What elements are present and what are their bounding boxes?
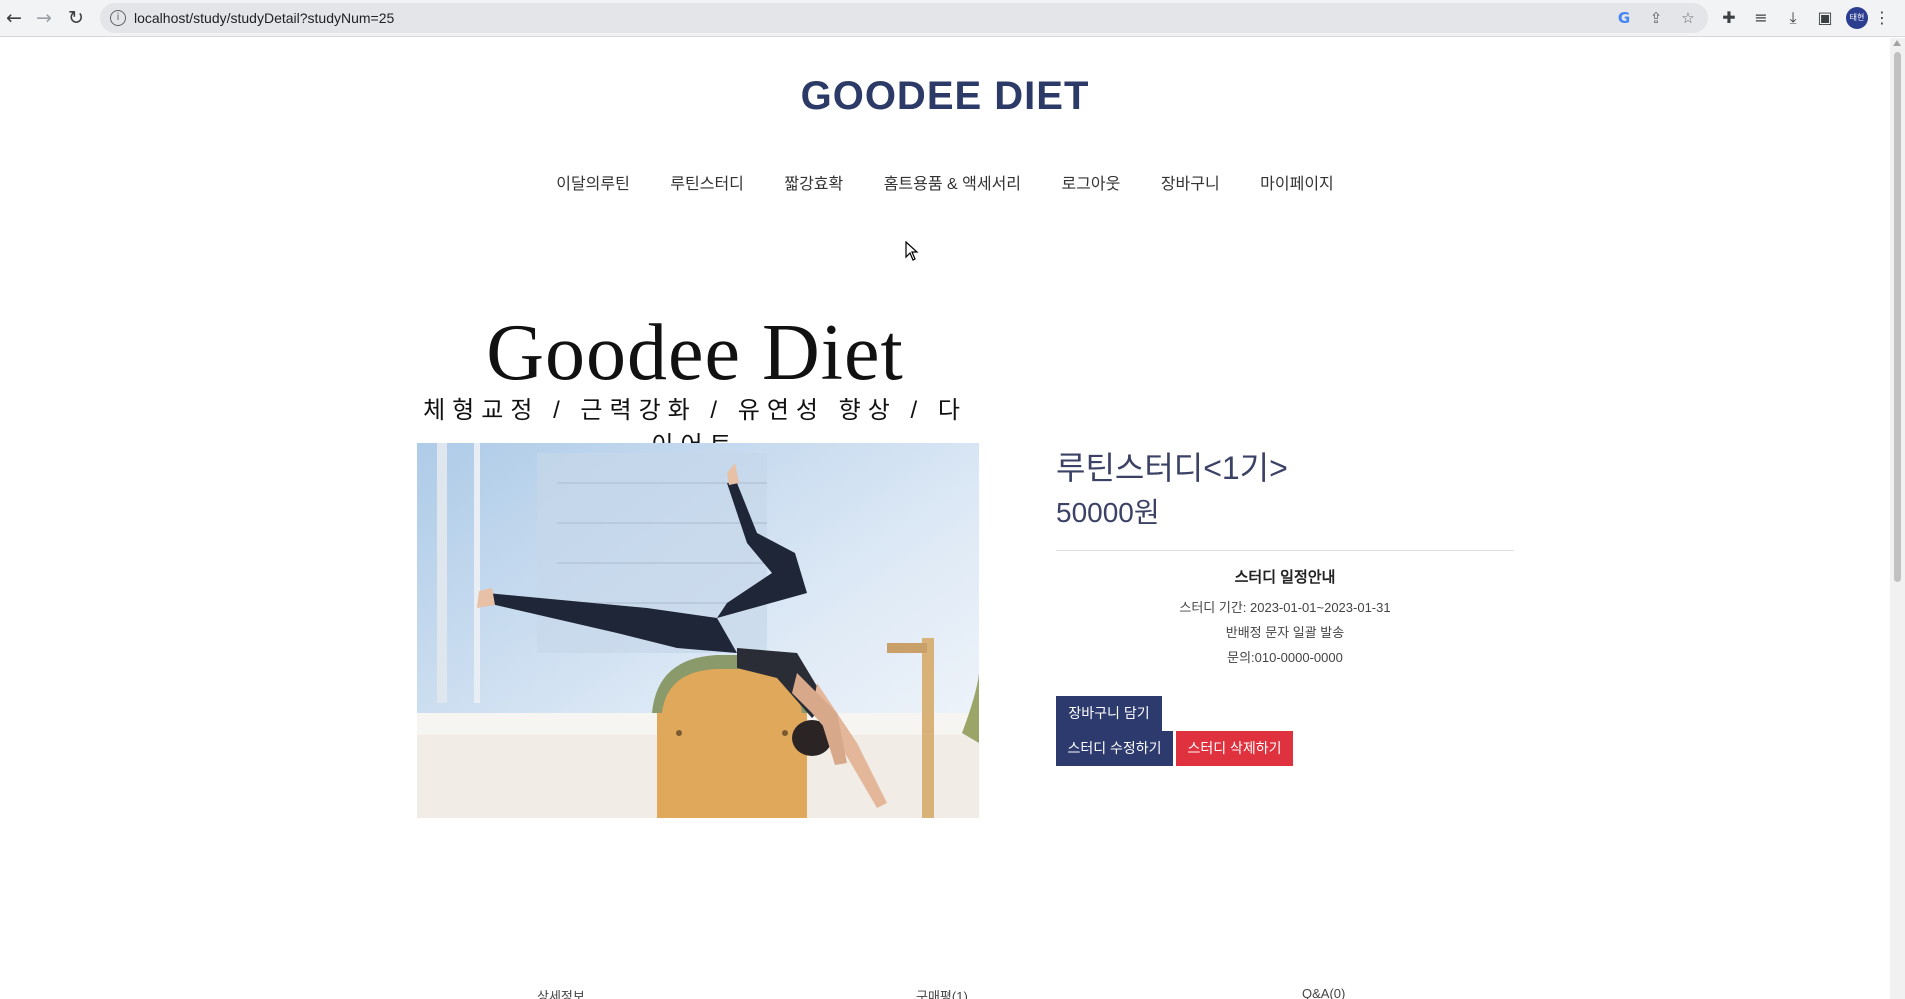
nav-item-cart[interactable]: 장바구니 xyxy=(1161,170,1220,194)
google-icon[interactable]: G xyxy=(1614,8,1634,28)
add-to-cart-button[interactable]: 장바구니 담기 xyxy=(1056,696,1162,731)
forward-icon[interactable]: → xyxy=(32,6,56,30)
site-brand[interactable]: GOODEE DIET xyxy=(0,74,1890,119)
tab-detail-info[interactable]: 상세정보 xyxy=(537,986,585,999)
page-scrollbar[interactable] xyxy=(1890,38,1905,999)
study-price: 50000원 xyxy=(1056,497,1160,528)
nav-item-logout[interactable]: 로그아웃 xyxy=(1061,170,1120,194)
browser-toolbar: ← → ↻ i localhost/study/studyDetail?stud… xyxy=(0,0,1905,37)
main-nav: 이달의루틴 루틴스터디 짧강효확 홈트용품 & 액세서리 로그아웃 장바구니 마… xyxy=(0,170,1890,194)
reload-icon[interactable]: ↻ xyxy=(64,6,88,30)
scroll-up-icon[interactable] xyxy=(1893,40,1901,46)
nav-item-mypage[interactable]: 마이페이지 xyxy=(1260,170,1334,194)
nav-item-monthly-routine[interactable]: 이달의루틴 xyxy=(556,170,630,194)
detail-tabs: 상세정보 구매평(1) Q&A(0) xyxy=(0,986,1890,999)
bookmark-star-icon[interactable]: ☆ xyxy=(1678,8,1698,28)
nav-item-short-effect[interactable]: 짧강효확 xyxy=(784,170,843,194)
delete-study-button[interactable]: 스터디 삭제하기 xyxy=(1176,731,1293,766)
address-bar[interactable]: i localhost/study/studyDetail?studyNum=2… xyxy=(100,3,1708,33)
profile-avatar[interactable]: 태현 xyxy=(1846,7,1868,29)
hero-title: Goodee Diet xyxy=(486,309,904,397)
back-icon[interactable]: ← xyxy=(2,6,26,30)
download-icon[interactable]: ⤓ xyxy=(1781,6,1805,30)
share-icon[interactable]: ⇪ xyxy=(1646,8,1666,28)
reading-list-icon[interactable]: ≡ xyxy=(1749,6,1773,30)
study-title: 루틴스터디<1기> xyxy=(1056,450,1288,486)
page-content: GOODEE DIET 이달의루틴 루틴스터디 짧강효확 홈트용품 & 액세서리… xyxy=(0,38,1890,999)
mouse-cursor-icon xyxy=(905,241,919,261)
product-image xyxy=(417,443,979,818)
nav-item-routine-study[interactable]: 루틴스터디 xyxy=(670,170,744,194)
url-text[interactable]: localhost/study/studyDetail?studyNum=25 xyxy=(134,10,394,26)
schedule-heading: 스터디 일정안내 xyxy=(1234,569,1336,586)
edit-study-button[interactable]: 스터디 수정하기 xyxy=(1056,731,1173,766)
schedule-info: 스터디 일정안내 스터디 기간: 2023-01-01~2023-01-31 반… xyxy=(1056,566,1514,670)
site-info-icon[interactable]: i xyxy=(110,10,126,26)
side-panel-icon[interactable]: ▣ xyxy=(1813,6,1837,30)
schedule-notice: 반배정 문자 일괄 발송 xyxy=(1225,625,1345,640)
tab-reviews[interactable]: 구매평(1) xyxy=(916,986,968,999)
divider xyxy=(1056,550,1514,551)
scrollbar-thumb[interactable] xyxy=(1894,52,1901,582)
tab-qna[interactable]: Q&A(0) xyxy=(1302,986,1345,999)
schedule-contact: 문의:010-0000-0000 xyxy=(1227,650,1343,665)
menu-kebab-icon[interactable]: ⋮ xyxy=(1874,6,1890,30)
nav-item-home-training-goods[interactable]: 홈트용품 & 액세서리 xyxy=(884,170,1021,194)
schedule-period: 스터디 기간: 2023-01-01~2023-01-31 xyxy=(1179,600,1391,615)
extensions-icon[interactable]: ✚ xyxy=(1717,6,1741,30)
